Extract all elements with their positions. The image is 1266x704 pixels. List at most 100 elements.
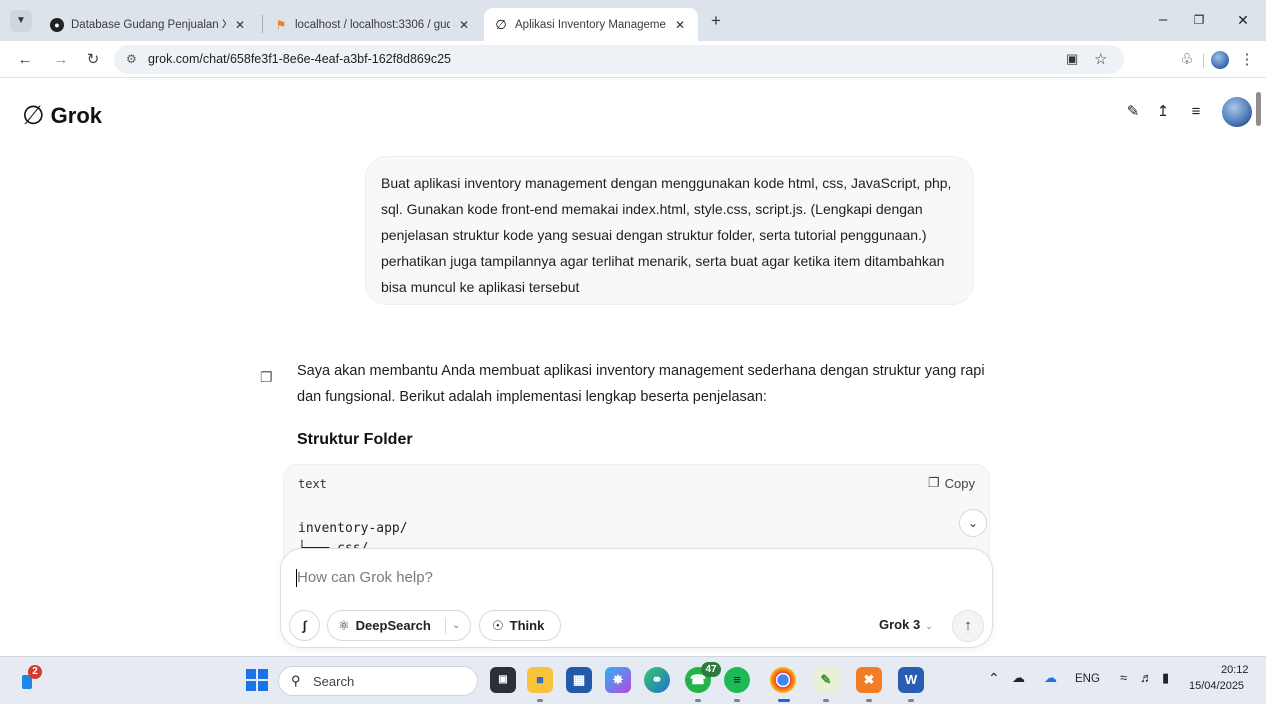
minimize-button[interactable]: – [1148, 8, 1178, 32]
word-icon[interactable]: W [898, 667, 924, 693]
deepsearch-button[interactable]: ⚛ DeepSearch ⌄ [327, 610, 471, 641]
tab-divider [262, 15, 263, 33]
language-indicator[interactable]: ENG [1075, 673, 1100, 685]
paperclip-icon: ∫ [302, 618, 307, 633]
share-icon[interactable]: ↥ [1151, 100, 1175, 124]
phpmyadmin-icon: ⚑ [275, 17, 287, 32]
search-icon: ⚲ [291, 673, 301, 688]
running-indicator [908, 699, 914, 702]
running-indicator [695, 699, 701, 702]
history-icon[interactable]: ≡ [1184, 100, 1208, 124]
extensions-icon[interactable]: ♧ [1174, 47, 1200, 73]
site-info-icon[interactable]: ⚙ [126, 52, 137, 66]
clock-time[interactable]: 20:12 [1221, 664, 1249, 676]
user-avatar[interactable] [1222, 97, 1252, 127]
copilot-icon[interactable]: ✸ [605, 667, 631, 693]
prompt-input[interactable]: How can Grok help? [297, 569, 433, 586]
copy-icon: ❐ [927, 475, 940, 490]
deepsearch-dropdown-icon[interactable]: ⌄ [452, 620, 460, 631]
user-message-bubble: Buat aplikasi inventory management denga… [365, 156, 974, 305]
close-tab-icon[interactable]: ✕ [672, 18, 688, 32]
taskbar-search[interactable]: ⚲ Search [278, 666, 478, 696]
send-button[interactable]: ↑ [952, 610, 984, 642]
search-label: Search [313, 674, 355, 689]
spotify-icon[interactable]: ≡ [724, 667, 750, 693]
windows-logo-icon [246, 669, 256, 679]
page-scrollbar[interactable] [1256, 92, 1261, 126]
back-icon[interactable]: ← [12, 47, 38, 73]
grok-icon: ∅ [495, 16, 507, 32]
brand-name: Grok [50, 102, 103, 128]
start-button[interactable] [246, 669, 268, 691]
install-app-icon[interactable]: ▣ [1066, 51, 1078, 67]
think-label: Think [509, 618, 545, 633]
restore-button[interactable]: ❐ [1184, 8, 1214, 32]
attach-button[interactable]: ∫ [289, 610, 320, 641]
grok-logo[interactable]: ∅ Grok [22, 100, 102, 131]
close-tab-icon[interactable]: ✕ [232, 18, 248, 32]
onedrive-icon[interactable]: ☁ [1044, 670, 1057, 686]
model-selector[interactable]: Grok 3 ⌄ [879, 617, 933, 632]
copy-code-button[interactable]: ❐ Copy [928, 475, 975, 491]
lightbulb-icon: ☉ [492, 617, 504, 633]
arrow-up-icon: ↑ [964, 617, 972, 634]
clock-date[interactable]: 15/04/2025 [1189, 680, 1244, 692]
running-indicator-active [778, 699, 790, 702]
assistant-reply-text: Saya akan membantu Anda membuat aplikasi… [297, 363, 985, 405]
section-heading: Struktur Folder [297, 431, 413, 448]
code-language-label: text [298, 477, 327, 491]
user-message-text: Buat aplikasi inventory management denga… [381, 175, 952, 295]
running-indicator [866, 699, 872, 702]
battery-icon[interactable]: ▮ [1162, 670, 1169, 686]
new-tab-button[interactable]: + [706, 11, 726, 31]
whatsapp-badge: 47 [701, 662, 721, 677]
chevron-down-icon: ⌄ [925, 621, 933, 631]
url-text[interactable]: grok.com/chat/658fe3f1-8e6e-4eaf-a3bf-16… [148, 52, 451, 66]
new-chat-icon[interactable]: ✎ [1121, 100, 1145, 124]
address-bar[interactable]: ⚙ grok.com/chat/658fe3f1-8e6e-4eaf-a3bf-… [114, 45, 1124, 74]
volume-icon[interactable]: ♬ [1140, 670, 1153, 685]
scroll-down-button[interactable]: ⌄ [959, 509, 987, 537]
xampp-icon[interactable]: ✖ [856, 667, 882, 693]
tab-search-button[interactable]: ▼ [10, 10, 32, 32]
tab-grok-active[interactable]: ∅ Aplikasi Inventory Managemen ✕ [484, 8, 698, 41]
globe-icon: ● [50, 17, 64, 32]
onedrive-personal-icon[interactable]: ☁ [1012, 670, 1025, 686]
browser-toolbar: ← → ↻ ⚙ grok.com/chat/658fe3f1-8e6e-4eaf… [0, 41, 1266, 78]
grok-logo-icon: ∅ [22, 100, 45, 130]
model-label: Grok 3 [879, 617, 921, 632]
running-indicator [734, 699, 740, 702]
wifi-icon[interactable]: ≈ [1120, 670, 1127, 685]
copy-message-icon[interactable]: ❐ [260, 369, 273, 386]
message-composer: How can Grok help? ∫ ⚛ DeepSearch ⌄ ☉ Th… [280, 548, 993, 648]
edge-icon[interactable]: ⚭ [644, 667, 670, 693]
notepad-icon[interactable]: ✎ [813, 667, 839, 693]
forward-icon[interactable]: → [48, 47, 74, 73]
widgets-button[interactable]: 2 [22, 665, 42, 691]
think-button[interactable]: ☉ Think [479, 610, 561, 641]
copy-label: Copy [944, 475, 975, 491]
close-tab-icon[interactable]: ✕ [456, 18, 472, 32]
running-indicator [537, 699, 543, 702]
chevron-down-icon: ⌄ [967, 516, 979, 530]
profile-avatar[interactable] [1211, 51, 1229, 69]
windows-taskbar: 2 ⚲ Search ▣ ■ ▦ ✸ ⚭ ☎ 47 ≡ ✎ ✖ W ⌃ ☁ ☁ … [0, 656, 1266, 704]
deepsearch-label: DeepSearch [355, 618, 431, 633]
deepsearch-icon: ⚛ [338, 617, 350, 633]
close-window-button[interactable]: ✕ [1228, 8, 1258, 32]
browser-menu-icon[interactable]: ⋮ [1234, 47, 1260, 73]
code-line: inventory-app/ [298, 521, 408, 536]
chrome-icon[interactable] [770, 667, 796, 693]
tab-database-gudang[interactable]: ● Database Gudang Penjualan XA ✕ [40, 8, 258, 41]
notification-badge: 2 [28, 665, 42, 679]
reload-icon[interactable]: ↻ [80, 47, 106, 73]
store-icon[interactable]: ▦ [566, 667, 592, 693]
running-indicator [823, 699, 829, 702]
bookmark-star-icon[interactable]: ☆ [1094, 50, 1107, 68]
task-view-icon[interactable]: ▣ [490, 667, 516, 693]
pill-divider [445, 618, 446, 634]
toolbar-divider [1203, 54, 1204, 68]
file-explorer-icon[interactable]: ■ [527, 667, 553, 693]
tray-overflow-icon[interactable]: ⌃ [988, 670, 1000, 687]
tab-phpmyadmin[interactable]: ⚑ localhost / localhost:3306 / gud ✕ [264, 8, 482, 41]
